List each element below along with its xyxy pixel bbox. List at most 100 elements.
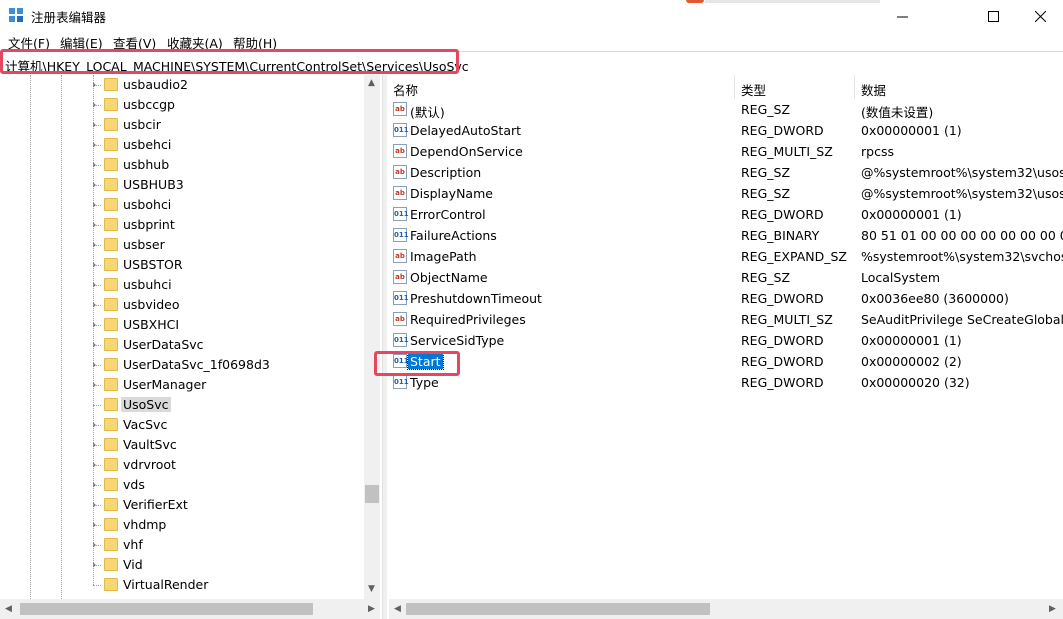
folder-icon [104,258,118,271]
tree-item[interactable]: › VaultSvc [0,435,364,455]
folder-icon [104,318,118,331]
column-header-name[interactable]: 名称 [387,75,733,99]
chevron-right-icon[interactable]: › [92,479,102,491]
tree-item[interactable]: › usbehci [0,135,364,155]
values-horizontal-scrollbar[interactable]: ◀ ▶ [389,599,1063,619]
tree-horizontal-scrollbar[interactable]: ◀ ▶ [0,599,380,619]
chevron-right-icon[interactable]: › [92,159,102,171]
tree-item[interactable]: › UserDataSvc [0,335,364,355]
scroll-left-icon[interactable]: ◀ [394,604,401,614]
chevron-right-icon[interactable]: › [92,99,102,111]
chevron-right-icon[interactable]: › [92,339,102,351]
chevron-right-icon[interactable]: › [92,259,102,271]
menu-help[interactable]: 帮助(H) [233,33,277,52]
tree-hscroll-thumb[interactable] [20,603,313,615]
tree-item[interactable]: › vhdmp [0,515,364,535]
value-row[interactable]: ab Description REG_SZ @%systemroot%\system3… [387,162,1063,183]
tree-item-label: UsoSvc [121,397,171,412]
value-row[interactable]: 011 PreshutdownTimeout REG_DWORD 0x0036ee80… [387,288,1063,309]
tree-item[interactable]: › USBHUB3 [0,175,364,195]
scroll-left-icon[interactable]: ◀ [5,604,12,614]
chevron-right-icon[interactable]: › [92,499,102,511]
address-bar[interactable]: 计算机\HKEY_LOCAL_MACHINE\SYSTEM\CurrentCon… [0,51,1063,76]
chevron-right-icon[interactable]: › [92,319,102,331]
menu-edit[interactable]: 编辑(E) [60,33,103,52]
chevron-right-icon[interactable]: › [92,539,102,551]
tree-item[interactable]: VirtualRender [0,575,364,595]
chevron-right-icon[interactable]: › [92,79,102,91]
value-row[interactable]: 011 FailureActions REG_BINARY 80 51 01 00 0… [387,225,1063,246]
address-path[interactable]: 计算机\HKEY_LOCAL_MACHINE\SYSTEM\CurrentCon… [5,56,469,75]
minimize-button[interactable] [879,0,925,32]
menu-favorites[interactable]: 收藏夹(A) [167,33,223,52]
tree-item[interactable]: › usbaudio2 [0,75,364,95]
chevron-right-icon[interactable]: › [92,519,102,531]
folder-icon [104,498,118,511]
key-tree[interactable]: › usbaudio2 › usbccgp › usbcir › usbehci › usbhub… [0,75,382,619]
tree-item[interactable]: UsoSvc [0,395,364,415]
value-row[interactable]: 011 ErrorControl REG_DWORD 0x00000001 (1) [387,204,1063,225]
tree-item[interactable]: › Vid [0,555,364,575]
menu-file[interactable]: 文件(F) [8,33,50,52]
value-row[interactable]: ab ImagePath REG_EXPAND_SZ %systemroot%\sys… [387,246,1063,267]
tree-item[interactable]: › USBXHCI [0,315,364,335]
tree-item[interactable]: › usbcir [0,115,364,135]
tree-item[interactable]: › usbuhci [0,275,364,295]
tree-item[interactable]: › usbhub [0,155,364,175]
tree-item[interactable]: › vds [0,475,364,495]
chevron-right-icon[interactable]: › [92,179,102,191]
column-header-data[interactable]: 数据 [855,75,1063,99]
tree-item[interactable]: › vdrvroot [0,455,364,475]
tree-item[interactable]: › USBSTOR [0,255,364,275]
tree-item[interactable]: › vhf [0,535,364,555]
tree-vertical-scrollbar[interactable]: ▲ ▼ [364,75,380,599]
tree-item[interactable]: › VacSvc [0,415,364,435]
chevron-right-icon[interactable]: › [92,439,102,451]
value-row[interactable]: ab DependOnService REG_MULTI_SZ rpcss [387,141,1063,162]
chevron-right-icon[interactable]: › [92,199,102,211]
string-value-icon: ab [393,102,407,116]
chevron-right-icon[interactable]: › [92,559,102,571]
tree-item[interactable]: › usbvideo [0,295,364,315]
close-button[interactable] [1017,0,1063,32]
value-row[interactable]: 011 Type REG_DWORD 0x00000020 (32) [387,372,1063,393]
chevron-right-icon[interactable]: › [92,359,102,371]
tree-item[interactable]: › UserDataSvc_1f0698d3 [0,355,364,375]
value-row[interactable]: ab RequiredPrivileges REG_MULTI_SZ SeAuditP… [387,309,1063,330]
chevron-right-icon[interactable]: › [92,139,102,151]
tree-item[interactable]: › usbccgp [0,95,364,115]
chevron-right-icon[interactable]: › [92,299,102,311]
column-type-label: 类型 [741,83,767,98]
scroll-right-icon[interactable]: ▶ [1049,604,1056,614]
tree-item[interactable]: › UserManager [0,375,364,395]
chevron-right-icon[interactable]: › [92,419,102,431]
value-row[interactable]: ab DisplayName REG_SZ @%systemroot%\system3… [387,183,1063,204]
tree-item[interactable]: › VerifierExt [0,495,364,515]
chevron-right-icon[interactable]: › [92,279,102,291]
chevron-right-icon[interactable]: › [92,239,102,251]
menu-view[interactable]: 查看(V) [113,33,156,52]
column-header-type[interactable]: 类型 [735,75,853,99]
scroll-up-icon[interactable]: ▲ [368,78,375,88]
tree-item[interactable]: › usbprint [0,215,364,235]
values-list[interactable]: 名称 类型 数据 ab (默认) REG_SZ (数值未设置) 011 DelayedAu… [387,75,1063,619]
chevron-right-icon[interactable]: › [92,379,102,391]
value-row[interactable]: 011 ServiceSidType REG_DWORD 0x00000001 (1) [387,330,1063,351]
value-row[interactable]: ab ObjectName REG_SZ LocalSystem [387,267,1063,288]
tree-scroll-thumb[interactable] [365,485,379,503]
chevron-right-icon[interactable]: › [92,119,102,131]
value-type: REG_SZ [741,165,791,180]
value-row[interactable]: 011 Start REG_DWORD 0x00000002 (2) [387,351,1063,372]
value-row[interactable]: ab (默认) REG_SZ (数值未设置) [387,99,1063,120]
scroll-down-icon[interactable]: ▼ [368,584,375,594]
maximize-button[interactable] [970,0,1016,32]
value-data: @%systemroot%\system32\usosvc [861,165,1063,180]
scroll-right-icon[interactable]: ▶ [368,604,375,614]
tree-item[interactable]: › usbohci [0,195,364,215]
tree-item-label: VirtualRender [123,577,209,592]
chevron-right-icon[interactable]: › [92,459,102,471]
tree-item[interactable]: › usbser [0,235,364,255]
values-hscroll-thumb[interactable] [406,603,710,615]
value-row[interactable]: 011 DelayedAutoStart REG_DWORD 0x00000001 (… [387,120,1063,141]
chevron-right-icon[interactable]: › [92,219,102,231]
